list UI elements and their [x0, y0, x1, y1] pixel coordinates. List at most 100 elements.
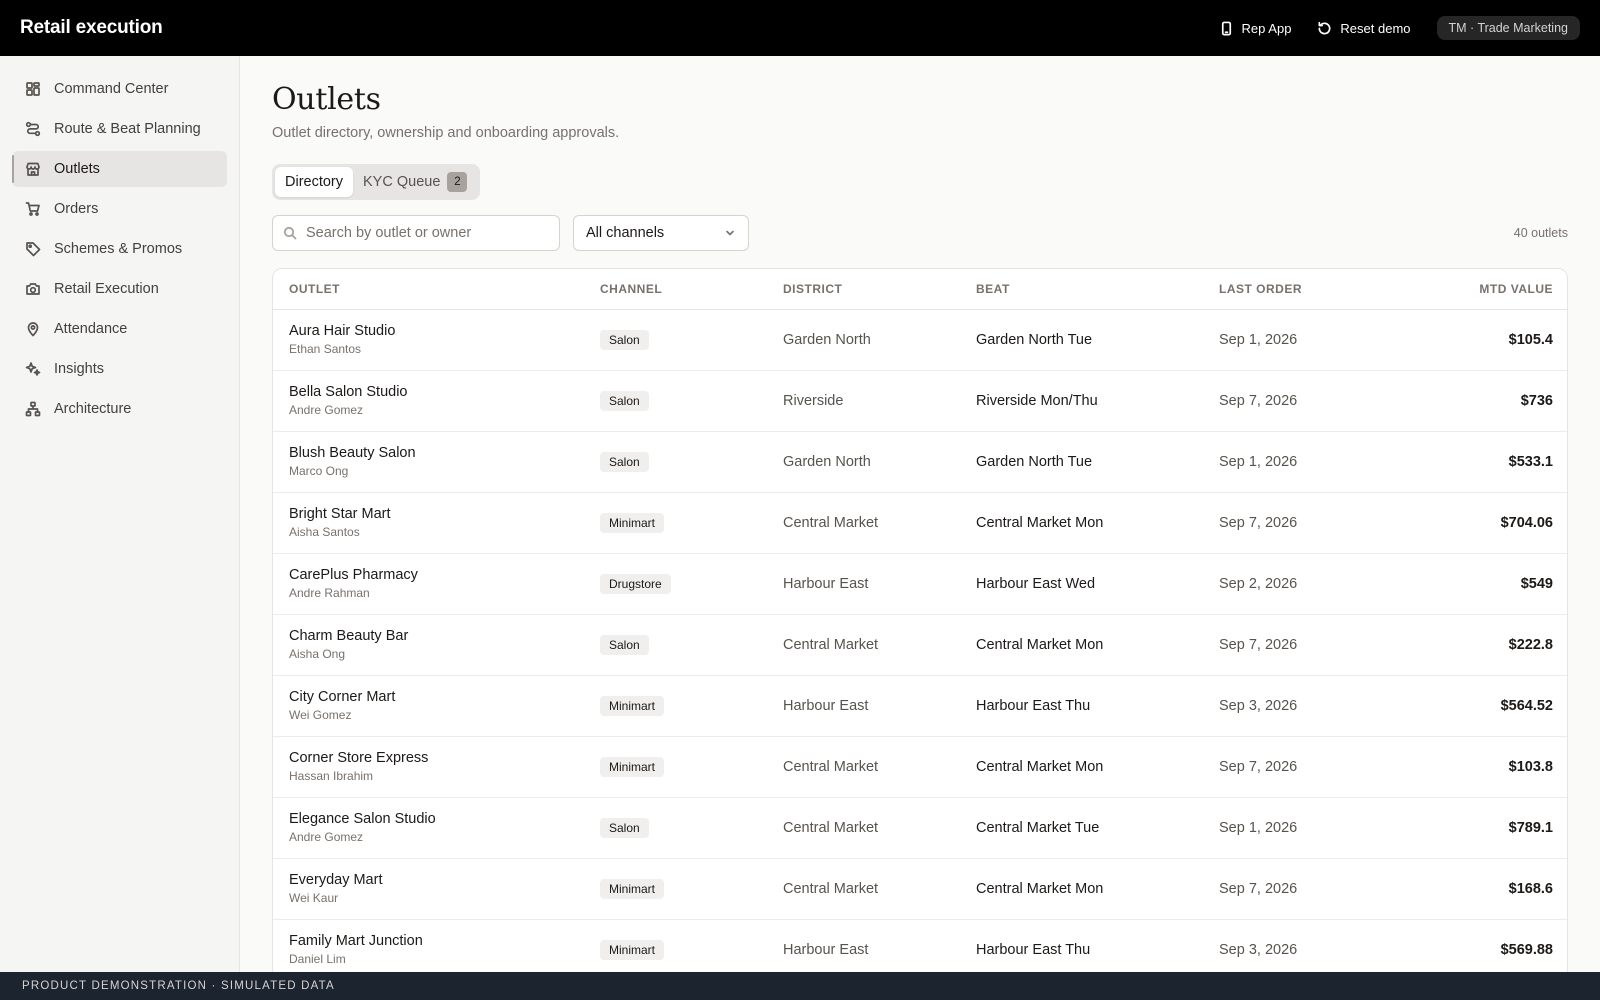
beat-cell: Central Market Mon	[960, 736, 1203, 798]
outlet-name[interactable]: Elegance Salon Studio	[289, 811, 568, 827]
mtd-value-cell: $704.06	[1393, 492, 1567, 554]
channel-chip: Salon	[600, 390, 649, 411]
column-header-channel[interactable]: Channel	[584, 269, 767, 310]
user-role-chip[interactable]: TM · Trade Marketing	[1436, 16, 1580, 40]
sidebar-item-retail-execution[interactable]: Retail Execution	[12, 271, 227, 307]
outlet-owner: Aisha Santos	[289, 525, 360, 539]
table-row[interactable]: City Corner Mart Wei Gomez Minimart Harbour…	[273, 675, 1567, 737]
sidebar-item-attendance[interactable]: Attendance	[12, 311, 227, 347]
outlets-table: Outlet Channel District Beat Last order …	[273, 269, 1567, 972]
outlet-name[interactable]: Bright Star Mart	[289, 506, 568, 522]
channel-cell: Minimart	[584, 675, 767, 737]
top-actions: Rep App Reset demo TM · Trade Marketing	[1219, 16, 1580, 40]
sidebar-item-architecture[interactable]: Architecture	[12, 391, 227, 427]
mtd-value-cell: $549	[1393, 553, 1567, 615]
outlet-name[interactable]: Blush Beauty Salon	[289, 445, 568, 461]
sidebar-item-label: Insights	[54, 361, 104, 377]
column-header-district[interactable]: District	[767, 269, 960, 310]
table-row[interactable]: Bella Salon Studio Andre Gomez Salon Rivers…	[273, 370, 1567, 432]
outlet-owner: Ethan Santos	[289, 342, 362, 356]
outlet-owner: Wei Gomez	[289, 708, 352, 722]
outlet-owner: Hassan Ibrahim	[289, 769, 374, 783]
district-cell: Harbour East	[767, 919, 960, 972]
outlet-name[interactable]: Family Mart Junction	[289, 933, 568, 949]
beat-cell: Central Market Mon	[960, 858, 1203, 920]
last-order-cell: Sep 1, 2026	[1203, 431, 1393, 493]
last-order-cell: Sep 1, 2026	[1203, 797, 1393, 859]
district-cell: Central Market	[767, 614, 960, 676]
outlet-name[interactable]: City Corner Mart	[289, 689, 568, 705]
sidebar-item-schemes-promos[interactable]: Schemes & Promos	[12, 231, 227, 267]
column-header-outlet[interactable]: Outlet	[273, 269, 584, 310]
table-row[interactable]: Everyday Mart Wei Kaur Minimart Central Mar…	[273, 858, 1567, 920]
table-row[interactable]: Aura Hair Studio Ethan Santos Salon Garden …	[273, 309, 1567, 371]
sidebar-item-label: Outlets	[54, 161, 100, 177]
tab-kyc-queue[interactable]: KYC Queue 2	[353, 167, 477, 197]
outlet-cell: Corner Store Express Hassan Ibrahim	[273, 736, 584, 798]
last-order-cell: Sep 7, 2026	[1203, 370, 1393, 432]
reset-demo-button[interactable]: Reset demo	[1317, 20, 1411, 36]
network-icon	[25, 401, 41, 417]
channel-select[interactable]: All channels	[573, 215, 749, 251]
mtd-value-cell: $168.6	[1393, 858, 1567, 920]
table-row[interactable]: Family Mart Junction Daniel Lim Minimart Ha…	[273, 919, 1567, 972]
reset-demo-label: Reset demo	[1340, 20, 1411, 36]
sidebar-item-orders[interactable]: Orders	[12, 191, 227, 227]
sidebar-item-command-center[interactable]: Command Center	[12, 71, 227, 107]
mtd-value-cell: $569.88	[1393, 919, 1567, 972]
beat-cell: Harbour East Thu	[960, 919, 1203, 972]
outlet-name[interactable]: Charm Beauty Bar	[289, 628, 568, 644]
tag-icon	[26, 242, 41, 257]
column-header-beat[interactable]: Beat	[960, 269, 1203, 310]
column-header-last-order[interactable]: Last order	[1203, 269, 1393, 310]
table-row[interactable]: CarePlus Pharmacy Andre Rahman Drugstore Ha…	[273, 553, 1567, 615]
column-header-mtd-value[interactable]: MTD value	[1393, 269, 1567, 310]
channel-chip: Salon	[600, 329, 649, 350]
filter-toolbar: All channels 40 outlets	[272, 215, 1568, 251]
outlet-name[interactable]: Aura Hair Studio	[289, 323, 568, 339]
last-order-cell: Sep 3, 2026	[1203, 919, 1393, 972]
beat-cell: Central Market Mon	[960, 492, 1203, 554]
channel-chip: Minimart	[600, 878, 665, 899]
table-row[interactable]: Bright Star Mart Aisha Santos Minimart Cent…	[273, 492, 1567, 554]
channel-chip: Minimart	[600, 695, 665, 716]
channel-chip: Minimart	[600, 512, 665, 533]
beat-cell: Harbour East Thu	[960, 675, 1203, 737]
beat-cell: Harbour East Wed	[960, 553, 1203, 615]
camera-icon	[26, 283, 40, 295]
demo-footer: PRODUCT DEMONSTRATION · SIMULATED DATA	[0, 972, 1600, 1000]
outlet-name[interactable]: Corner Store Express	[289, 750, 568, 766]
table-row[interactable]: Blush Beauty Salon Marco Ong Salon Garden N…	[273, 431, 1567, 493]
tab-kyc-queue-label: KYC Queue	[363, 174, 441, 190]
sidebar-item-label: Schemes & Promos	[54, 241, 183, 257]
table-row[interactable]: Elegance Salon Studio Andre Gomez Salon Cen…	[273, 797, 1567, 859]
district-cell: Harbour East	[767, 675, 960, 737]
last-order-cell: Sep 7, 2026	[1203, 858, 1393, 920]
sidebar-item-insights[interactable]: Insights	[12, 351, 227, 387]
channel-chip: Minimart	[600, 756, 665, 777]
outlet-name[interactable]: Bella Salon Studio	[289, 384, 568, 400]
outlet-name[interactable]: CarePlus Pharmacy	[289, 567, 568, 583]
rep-app-button[interactable]: Rep App	[1219, 20, 1292, 36]
table-row[interactable]: Corner Store Express Hassan Ibrahim Minima…	[273, 736, 1567, 798]
search-input[interactable]	[272, 215, 560, 251]
sidebar-item-route-beat-planning[interactable]: Route & Beat Planning	[12, 111, 227, 147]
tab-directory[interactable]: Directory	[275, 167, 354, 197]
last-order-cell: Sep 3, 2026	[1203, 675, 1393, 737]
channel-cell: Minimart	[584, 492, 767, 554]
outlet-cell: Everyday Mart Wei Kaur	[273, 858, 584, 920]
dashboard-icon	[26, 82, 40, 96]
sidebar-item-label: Route & Beat Planning	[54, 121, 201, 137]
sidebar-item-outlets[interactable]: Outlets	[12, 151, 227, 187]
channel-cell: Drugstore	[584, 553, 767, 615]
outlet-owner: Marco Ong	[289, 464, 349, 478]
search-icon	[283, 226, 297, 240]
sidebar-item-label: Orders	[54, 201, 99, 217]
outlet-name[interactable]: Everyday Mart	[289, 872, 568, 888]
mobile-phone-icon	[1221, 21, 1231, 35]
outlet-owner: Wei Kaur	[289, 891, 339, 905]
channel-cell: Salon	[584, 370, 767, 432]
beat-cell: Garden North Tue	[960, 431, 1203, 493]
table-row[interactable]: Charm Beauty Bar Aisha Ong Salon Central Ma…	[273, 614, 1567, 676]
rep-app-label: Rep App	[1241, 20, 1292, 36]
